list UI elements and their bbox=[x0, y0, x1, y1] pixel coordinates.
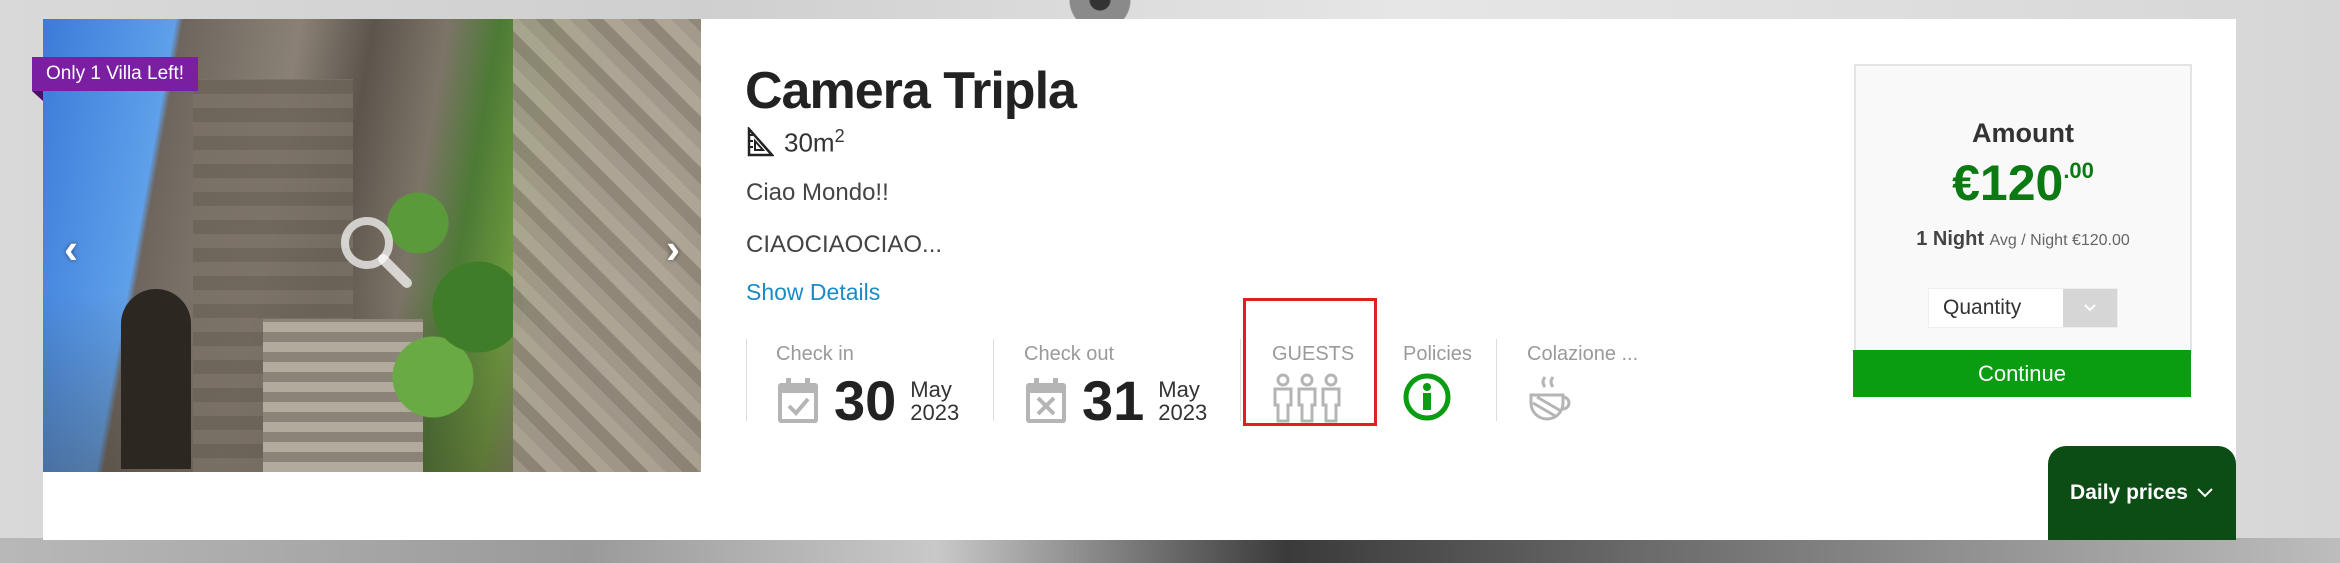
info-divider bbox=[1496, 339, 1497, 421]
info-divider bbox=[993, 339, 994, 421]
checkout-month: May bbox=[1158, 376, 1200, 402]
breakfast-section[interactable]: Colazione ... bbox=[1527, 321, 1647, 421]
checkout-label: Check out bbox=[1024, 343, 1115, 365]
price-panel: Amount €120.00 1 Night Avg / Night €120.… bbox=[1854, 64, 2192, 354]
calendar-x-icon bbox=[1026, 378, 1066, 423]
policies-label: Policies bbox=[1403, 343, 1472, 365]
breakfast-label: Colazione ... bbox=[1527, 343, 1639, 365]
room-card: ‹ › Only 1 Villa Left! Camera Tripla 30m… bbox=[32, 19, 2236, 540]
room-size: 30m2 bbox=[746, 125, 845, 159]
checkout-month-year: May 2023 bbox=[1158, 378, 1207, 424]
chevron-down-icon bbox=[2197, 488, 2213, 498]
info-divider bbox=[1240, 339, 1241, 421]
room-description-line1: Ciao Mondo!! bbox=[746, 179, 889, 206]
breakfast-coffee-icon bbox=[1529, 376, 1571, 421]
checkin-date: 30 May 2023 bbox=[776, 373, 959, 429]
daily-prices-label: Daily prices bbox=[2070, 481, 2188, 504]
checkin-label: Check in bbox=[776, 343, 854, 365]
checkin-section: Check in 30 May 2023 bbox=[776, 321, 976, 429]
availability-badge: Only 1 Villa Left! bbox=[32, 57, 199, 101]
background-room bbox=[0, 538, 2340, 563]
checkin-day: 30 bbox=[834, 369, 897, 432]
room-size-text: 30m2 bbox=[784, 126, 845, 159]
checkin-year: 2023 bbox=[910, 400, 960, 425]
area-ruler-icon bbox=[747, 127, 774, 157]
policies-section[interactable]: Policies bbox=[1403, 321, 1483, 421]
background-lamp bbox=[1040, 0, 1160, 20]
show-details-link[interactable]: Show Details bbox=[746, 279, 880, 306]
gallery-next-button[interactable]: › bbox=[655, 224, 691, 274]
checkout-date: 31 May 2023 bbox=[1024, 373, 1207, 429]
calendar-check-icon bbox=[778, 378, 818, 423]
room-title: Camera Tripla bbox=[745, 62, 1077, 120]
amount-value: €120.00 bbox=[1856, 154, 2190, 212]
room-description-line2: CIAOCIAOCIAO... bbox=[746, 231, 943, 258]
checkout-year: 2023 bbox=[1158, 400, 1208, 425]
room-size-unit: 2 bbox=[834, 125, 845, 146]
checkin-month: May bbox=[910, 376, 952, 402]
photo-door bbox=[121, 289, 191, 469]
chevron-down-icon[interactable] bbox=[2063, 289, 2117, 327]
checkout-section: Check out 31 May 2023 bbox=[1024, 321, 1234, 429]
quantity-label: Quantity bbox=[1943, 296, 2022, 319]
checkin-month-year: May 2023 bbox=[910, 378, 959, 424]
room-size-value: 30m bbox=[784, 127, 835, 158]
nights-count: 1 Night bbox=[1916, 228, 1984, 250]
info-circle-icon[interactable] bbox=[1403, 373, 1451, 421]
amount-main: €120 bbox=[1952, 155, 2064, 211]
daily-prices-button[interactable]: Daily prices bbox=[2048, 446, 2236, 540]
nights-info: 1 Night Avg / Night €120.00 bbox=[1856, 228, 2190, 251]
quantity-select[interactable]: Quantity bbox=[1928, 288, 2118, 328]
guests-highlight bbox=[1243, 298, 1377, 426]
gallery-prev-button[interactable]: ‹ bbox=[53, 224, 89, 274]
zoom-icon[interactable] bbox=[335, 211, 415, 291]
checkout-day: 31 bbox=[1082, 369, 1145, 432]
amount-label: Amount bbox=[1972, 118, 2074, 148]
info-divider bbox=[746, 339, 747, 421]
avg-per-night: Avg / Night €120.00 bbox=[1989, 232, 2130, 249]
amount-cents: .00 bbox=[2063, 158, 2094, 183]
continue-button[interactable]: Continue bbox=[1853, 350, 2191, 397]
